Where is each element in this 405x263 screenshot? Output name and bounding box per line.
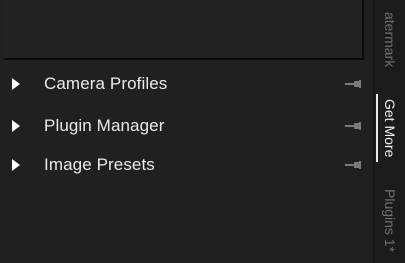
- tab-label: Get More: [382, 98, 398, 158]
- vertical-tab-bar: atermark Get More Plugins 1*: [373, 0, 405, 263]
- tab-label: atermark: [382, 12, 398, 68]
- pin-icon[interactable]: [345, 80, 363, 88]
- panel-item-image-presets[interactable]: Image Presets: [0, 146, 373, 184]
- tab-watermark[interactable]: atermark: [374, 0, 405, 80]
- pin-icon[interactable]: [345, 122, 363, 130]
- tab-get-more[interactable]: Get More: [374, 92, 405, 164]
- app-window: Camera Profiles Plugin Manager Image Pre…: [0, 0, 405, 263]
- pin-icon[interactable]: [345, 161, 363, 169]
- panel-item-label: Image Presets: [44, 155, 155, 174]
- tab-label: Plugins 1*: [382, 188, 398, 253]
- expand-arrow-icon[interactable]: [12, 120, 20, 132]
- expand-arrow-icon[interactable]: [12, 78, 20, 90]
- tab-plugins[interactable]: Plugins 1*: [374, 178, 405, 263]
- panel-list: Camera Profiles Plugin Manager Image Pre…: [0, 0, 373, 263]
- panel-item-label: Camera Profiles: [44, 74, 168, 93]
- preview-area: [4, 0, 364, 60]
- active-tab-indicator: [376, 94, 378, 162]
- panel-item-label: Plugin Manager: [44, 116, 165, 135]
- expand-arrow-icon[interactable]: [12, 159, 20, 171]
- panel-item-camera-profiles[interactable]: Camera Profiles: [0, 65, 373, 103]
- panel-item-plugin-manager[interactable]: Plugin Manager: [0, 107, 373, 145]
